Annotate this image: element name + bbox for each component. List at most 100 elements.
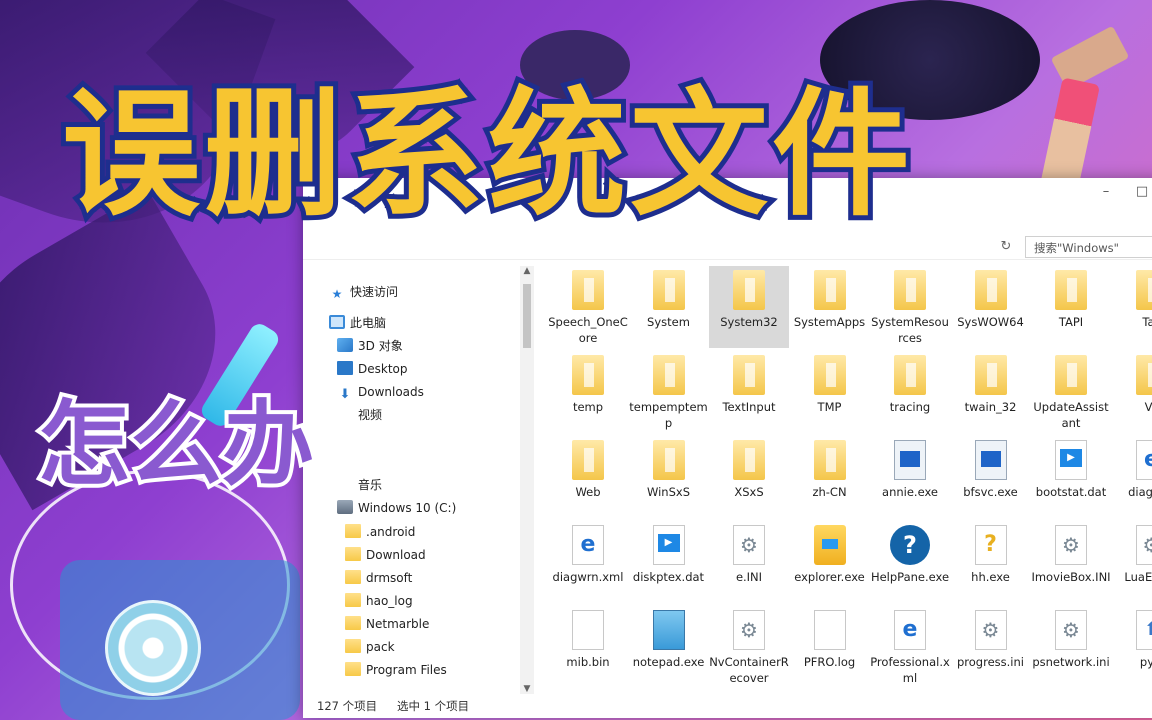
file-label: mib.bin — [566, 655, 610, 669]
file-item[interactable]: TAPI — [1031, 266, 1111, 348]
folder-icon — [1135, 355, 1152, 395]
file-item[interactable]: System32 — [709, 266, 789, 348]
gear-icon: ⚙ — [974, 610, 1007, 650]
navigation-scrollbar[interactable]: ▲ ▼ — [520, 266, 534, 694]
file-label: hh.exe — [971, 570, 1010, 584]
file-item[interactable]: ⚙ ImovieBox.INI — [1031, 521, 1111, 603]
file-item[interactable]: ⚙ psnetwork.ini — [1031, 606, 1111, 688]
subhead-title: 怎么办 — [34, 387, 318, 502]
file-label: NvContainerRecover — [709, 655, 789, 685]
folder-icon — [345, 570, 361, 584]
nav-desktop[interactable]: Desktop — [337, 359, 408, 379]
file-item[interactable]: TMP — [790, 351, 870, 433]
file-item[interactable]: e diage m — [1112, 436, 1152, 518]
nav-label: drmsoft — [366, 571, 413, 585]
folder-icon — [345, 639, 361, 653]
file-item[interactable]: System — [629, 266, 709, 348]
file-item[interactable]: UpdateAssistant — [1031, 351, 1111, 433]
nav-3d-objects[interactable]: 3D 对象 — [337, 336, 403, 356]
file-item[interactable]: mib.bin — [548, 606, 628, 688]
nav-folder[interactable]: drmsoft — [345, 568, 412, 588]
video-icon — [1055, 440, 1087, 480]
file-label: WinSxS — [646, 485, 690, 499]
folder-icon — [733, 440, 765, 480]
nav-quick-access[interactable]: ★ 快速访问 — [329, 282, 398, 302]
file-item[interactable]: ⚙ e.INI — [709, 521, 789, 603]
file-item[interactable]: SystemApps — [790, 266, 870, 348]
film-reel-decoration — [105, 600, 201, 696]
gear-icon: ⚙ — [1135, 525, 1152, 565]
file-label: System — [647, 315, 690, 329]
file-item[interactable]: PFRO.log — [790, 606, 870, 688]
file-item[interactable]: SystemResources — [870, 266, 950, 348]
nav-folder[interactable]: hao_log — [345, 591, 413, 611]
nav-label: Program Files — [366, 663, 447, 677]
scrollbar-thumb[interactable] — [523, 284, 531, 348]
nav-folder[interactable]: .android — [345, 522, 415, 542]
file-item[interactable]: annie.exe — [870, 436, 950, 518]
file-label: diagwrn.xml — [552, 570, 624, 584]
folder-icon — [894, 355, 926, 395]
minimize-button[interactable]: – — [1093, 182, 1119, 202]
folder-icon — [345, 547, 361, 561]
nav-folder[interactable]: Download — [345, 545, 426, 565]
file-label: annie.exe — [882, 485, 938, 499]
file-item[interactable]: e Professional.xml — [870, 606, 950, 688]
folder-icon — [733, 355, 765, 395]
item-count: 127 个项目 — [317, 699, 378, 713]
file-item[interactable]: Speech_OneCore — [548, 266, 628, 348]
nav-folder[interactable]: pack — [345, 637, 395, 657]
file-item[interactable]: bootstat.dat — [1031, 436, 1111, 518]
file-item[interactable]: WinSxS — [629, 436, 709, 518]
file-item[interactable]: twain_32 — [951, 351, 1031, 433]
file-item[interactable]: tracing — [870, 351, 950, 433]
file-label: System32 — [720, 315, 778, 329]
gear-icon: ⚙ — [1055, 525, 1087, 565]
nav-this-pc[interactable]: 此电脑 — [329, 313, 386, 333]
scroll-up-arrow-icon[interactable]: ▲ — [520, 266, 534, 276]
maximize-button[interactable]: □ — [1129, 182, 1152, 202]
file-item[interactable]: SysWOW64 — [951, 266, 1031, 348]
file-item[interactable]: e diagwrn.xml — [548, 521, 628, 603]
file-item[interactable]: TextInput — [709, 351, 789, 433]
scroll-down-arrow-icon[interactable]: ▼ — [520, 684, 534, 694]
file-label: TextInput — [722, 400, 776, 414]
file-item[interactable]: ⚙ LuaEd INI — [1112, 521, 1152, 603]
file-item[interactable]: diskptex.dat — [629, 521, 709, 603]
nav-label: Download — [366, 548, 426, 562]
file-item[interactable]: ⚙ progress.ini — [951, 606, 1031, 688]
file-item[interactable]: temp — [548, 351, 628, 433]
file-item[interactable]: XSxS — [709, 436, 789, 518]
py-icon: ⬆ — [1135, 610, 1152, 650]
file-item[interactable]: ? hh.exe — [951, 521, 1031, 603]
headline-title: 误删系统文件 — [57, 69, 915, 240]
file-item[interactable]: Web — [548, 436, 628, 518]
file-label: tracing — [889, 400, 931, 414]
folder-icon — [894, 270, 926, 310]
edoc-icon: e — [572, 525, 604, 565]
folder-icon — [1135, 270, 1152, 310]
star-icon: ★ — [331, 287, 343, 301]
file-item[interactable]: Vs — [1112, 351, 1152, 433]
status-bar: 127 个项目 选中 1 个项目 — [303, 694, 1152, 718]
folder-icon — [345, 662, 361, 676]
nav-label: 快速访问 — [350, 285, 399, 299]
file-item[interactable]: tempemptemp — [629, 351, 709, 433]
file-item[interactable]: notepad.exe — [629, 606, 709, 688]
file-item[interactable]: ⬆ py.e — [1112, 606, 1152, 688]
folder-icon — [345, 524, 361, 538]
folder-icon — [572, 355, 604, 395]
file-item[interactable]: explorer.exe — [790, 521, 870, 603]
nav-folder[interactable]: Program Files — [345, 660, 447, 680]
file-label: Vs — [1144, 400, 1152, 414]
file-item[interactable]: ? HelpPane.exe — [870, 521, 950, 603]
file-item[interactable]: ⚙ NvContainerRecover — [709, 606, 789, 688]
file-item[interactable]: Tas — [1112, 266, 1152, 348]
file-label: PFRO.log — [803, 655, 856, 669]
folder-icon — [1055, 355, 1087, 395]
nav-folder[interactable]: Netmarble — [345, 614, 429, 634]
file-item[interactable]: bfsvc.exe — [951, 436, 1031, 518]
file-label: TAPI — [1058, 315, 1084, 329]
nav-label: android — [369, 525, 416, 539]
file-item[interactable]: zh-CN — [790, 436, 870, 518]
